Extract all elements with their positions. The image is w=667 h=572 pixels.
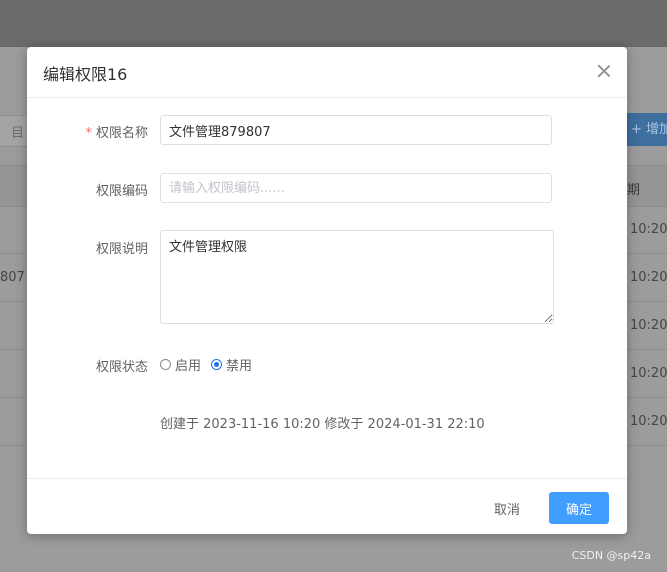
page-header-bar [0,0,667,47]
background-search-text: 目 [10,126,24,141]
dialog-title: 编辑权限16 [43,65,128,84]
radio-circle-icon [160,359,171,370]
name-label: * 权限名称 [27,122,148,141]
required-asterisk: * [85,126,92,141]
radio-label-enabled: 启用 [175,359,202,374]
row-time: 10:20 [630,414,667,429]
description-label: 权限说明 [95,242,148,257]
name-input[interactable] [160,115,552,145]
description-textarea[interactable]: 文件管理权限 [160,230,554,324]
row-name: 807 [0,270,25,285]
dialog-footer: 取消 确定 [27,478,627,535]
status-radio-enabled[interactable]: 启用 [160,355,201,374]
code-label: 权限编码 [95,184,148,199]
radio-checked-icon [211,359,223,370]
code-input[interactable] [160,173,552,203]
close-icon[interactable] [595,62,613,80]
status-radio-group: 启用 禁用 [160,355,262,374]
timestamp-info: 创建于 2023-11-16 10:20 修改于 2024-01-31 22:1… [160,417,485,432]
watermark: CSDN @sp42a [571,549,651,562]
row-time: 10:20 [630,366,667,381]
row-time: 10:20 [630,222,667,237]
status-label: 权限状态 [95,360,148,375]
confirm-button[interactable]: 确定 [549,492,609,524]
row-time: 10:20 [630,318,667,333]
radio-label-disabled: 禁用 [226,359,253,374]
name-label-text: 权限名称 [95,126,148,141]
row-time: 10:20 [630,270,667,285]
edit-permission-dialog: 编辑权限16 *权限名称 权限编码 权限说明 文件管理权限 权限状态 启用 禁用… [27,47,627,534]
background-add-button: + 增加 [627,113,667,146]
dialog-header: 编辑权限16 [27,47,627,98]
background-header-text: 期 [627,183,641,198]
background-search-input: 目 [0,115,29,147]
cancel-button[interactable]: 取消 [477,492,537,524]
status-radio-disabled[interactable]: 禁用 [211,355,252,374]
